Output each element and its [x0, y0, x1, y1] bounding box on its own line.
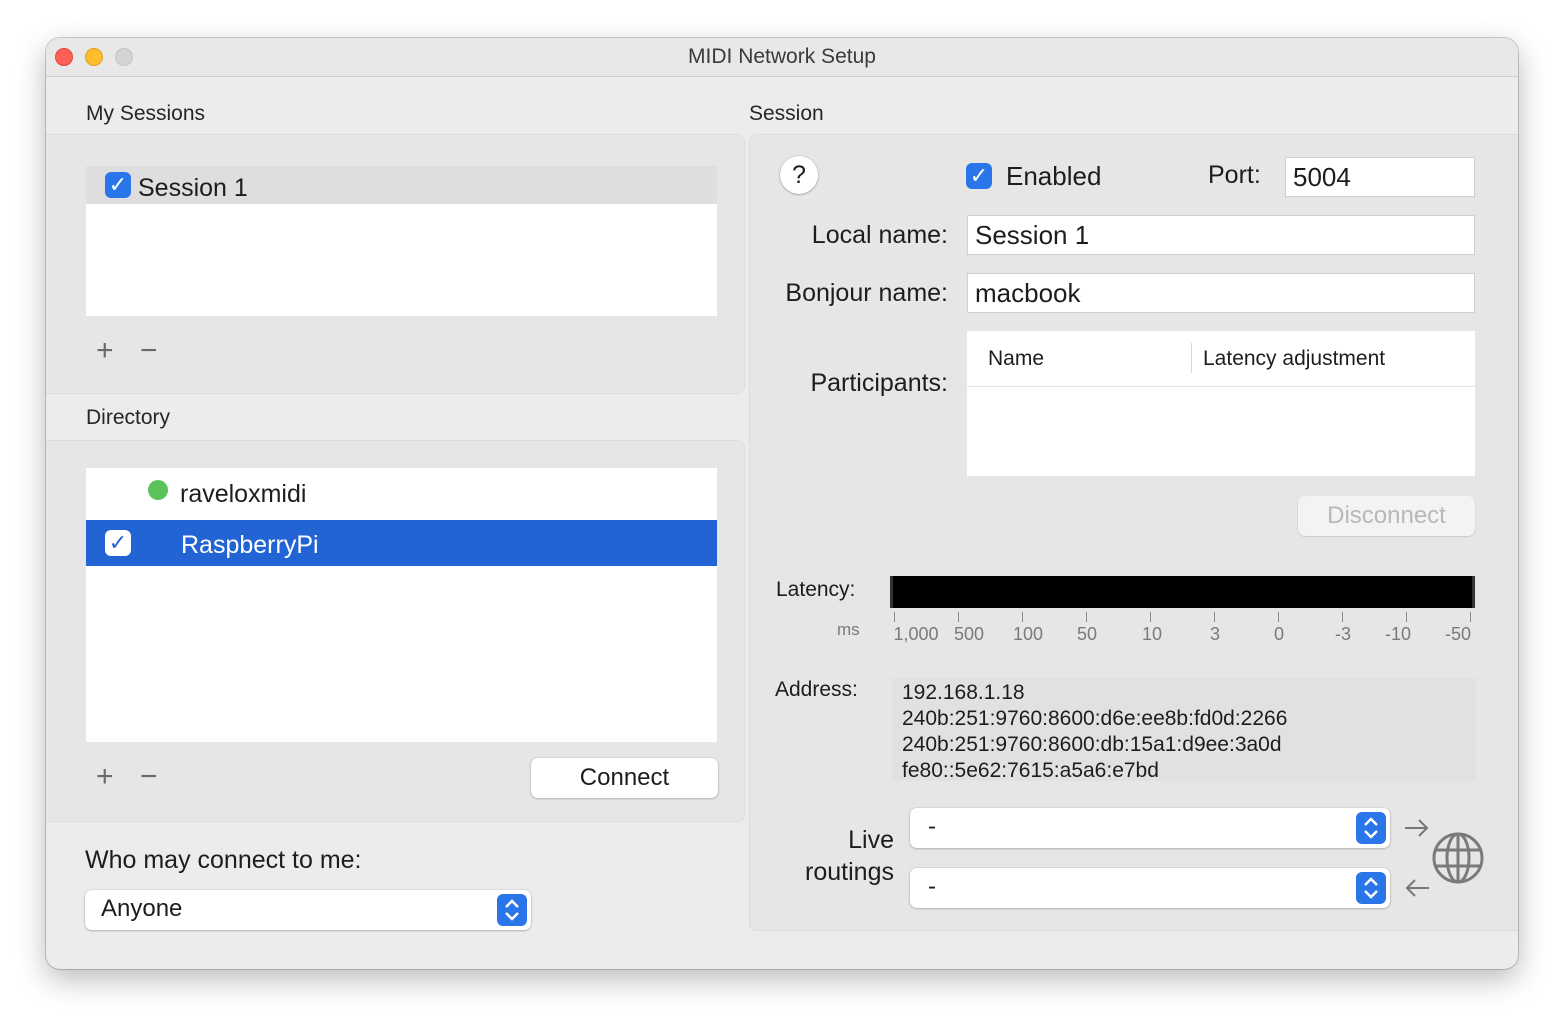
enabled-checkbox[interactable]: ✓ [966, 163, 992, 189]
latency-tick-label: 10 [1141, 624, 1163, 644]
chevron-up-down-icon [1356, 812, 1386, 844]
session-name: Session 1 [138, 174, 248, 202]
add-directory-button[interactable]: + [96, 760, 114, 794]
directory-list: raveloxmidi ✓ RaspberryPi [86, 468, 717, 742]
routing-out-popup[interactable]: - [910, 808, 1390, 848]
latency-tick [1150, 612, 1151, 622]
bonjour-name-label: Bonjour name: [785, 279, 948, 307]
latency-tick-label: 1,000 [893, 624, 939, 644]
port-label: Port: [1208, 161, 1261, 189]
directory-label: Directory [86, 406, 171, 429]
latency-tick [1278, 612, 1279, 622]
latency-tick [1470, 612, 1471, 622]
directory-item-checkbox[interactable]: ✓ [105, 530, 131, 556]
latency-tick [1342, 612, 1343, 622]
midi-network-setup-window: MIDI Network Setup My Sessions ✓ Session… [46, 38, 1518, 969]
routing-out-value: - [928, 813, 936, 840]
address-line: 240b:251:9760:8600:d6e:ee8b:fd0d:2266 [902, 707, 1288, 730]
latency-tick-label: 100 [1012, 624, 1044, 644]
latency-tick-label: 3 [1209, 624, 1221, 644]
latency-tick-label: -10 [1384, 624, 1412, 644]
remove-session-button[interactable]: − [140, 334, 158, 368]
add-session-button[interactable]: + [96, 334, 114, 368]
participants-header: Name Latency adjustment [967, 331, 1475, 387]
bonjour-name-field[interactable]: macbook [967, 273, 1475, 313]
latency-label: Latency: [776, 578, 856, 601]
list-item[interactable]: raveloxmidi [86, 468, 717, 520]
disconnect-button[interactable]: Disconnect [1298, 496, 1475, 536]
latency-tick-label: -50 [1444, 624, 1472, 644]
remove-directory-button[interactable]: − [140, 760, 158, 794]
latency-tick [894, 612, 895, 622]
port-field[interactable]: 5004 [1285, 157, 1475, 197]
routing-in-popup[interactable]: - [910, 868, 1390, 908]
latency-tick [958, 612, 959, 622]
arrow-right-icon [1403, 815, 1431, 841]
local-name-label: Local name: [811, 221, 948, 249]
who-may-connect-label: Who may connect to me: [85, 846, 362, 874]
column-divider [1191, 343, 1192, 373]
session-label: Session [749, 102, 824, 125]
column-header-name[interactable]: Name [988, 347, 1044, 371]
my-sessions-label: My Sessions [86, 102, 206, 125]
live-routings-label-1: Live [848, 826, 894, 854]
address-line: 192.168.1.18 [902, 681, 1025, 704]
title-bar: MIDI Network Setup [46, 38, 1518, 77]
routing-in-value: - [928, 873, 936, 900]
latency-meter [890, 576, 1475, 608]
address-line: fe80::5e62:7615:a5a6:e7bd [902, 759, 1159, 782]
globe-icon [1431, 831, 1485, 885]
directory-item-name: raveloxmidi [180, 480, 307, 508]
address-line: 240b:251:9760:8600:db:15a1:d9ee:3a0d [902, 733, 1282, 756]
latency-tick [1406, 612, 1407, 622]
latency-tick-label: 50 [1076, 624, 1098, 644]
participants-label: Participants: [810, 369, 948, 397]
my-sessions-list: ✓ Session 1 [86, 166, 717, 316]
latency-unit: ms [837, 620, 860, 639]
address-list: 192.168.1.18 240b:251:9760:8600:d6e:ee8b… [892, 678, 1476, 782]
participants-table: Name Latency adjustment [967, 331, 1475, 476]
column-header-latency-adjustment[interactable]: Latency adjustment [1203, 347, 1385, 371]
window-title: MIDI Network Setup [688, 45, 876, 68]
chevron-up-down-icon [1356, 872, 1386, 904]
connect-button[interactable]: Connect [531, 758, 718, 798]
latency-tick-label: 0 [1273, 624, 1285, 644]
latency-tick-label: -3 [1334, 624, 1352, 644]
directory-item-name: RaspberryPi [181, 531, 319, 559]
enabled-label: Enabled [1006, 161, 1102, 191]
list-item[interactable]: ✓ Session 1 [86, 166, 717, 204]
latency-tick [1022, 612, 1023, 622]
online-status-icon [148, 480, 168, 500]
latency-tick [1214, 612, 1215, 622]
who-may-connect-popup[interactable]: Anyone [85, 890, 531, 930]
help-button[interactable]: ? [780, 156, 818, 194]
arrow-left-icon [1403, 875, 1431, 901]
chevron-up-down-icon [497, 894, 527, 926]
list-item[interactable]: ✓ RaspberryPi [86, 520, 717, 566]
session-enabled-checkbox[interactable]: ✓ [105, 172, 131, 198]
live-routings-label-2: routings [805, 858, 894, 886]
address-label: Address: [775, 678, 858, 701]
latency-tick [1086, 612, 1087, 622]
who-may-connect-value: Anyone [101, 895, 183, 922]
local-name-field[interactable]: Session 1 [967, 215, 1475, 255]
latency-tick-label: 500 [953, 624, 985, 644]
